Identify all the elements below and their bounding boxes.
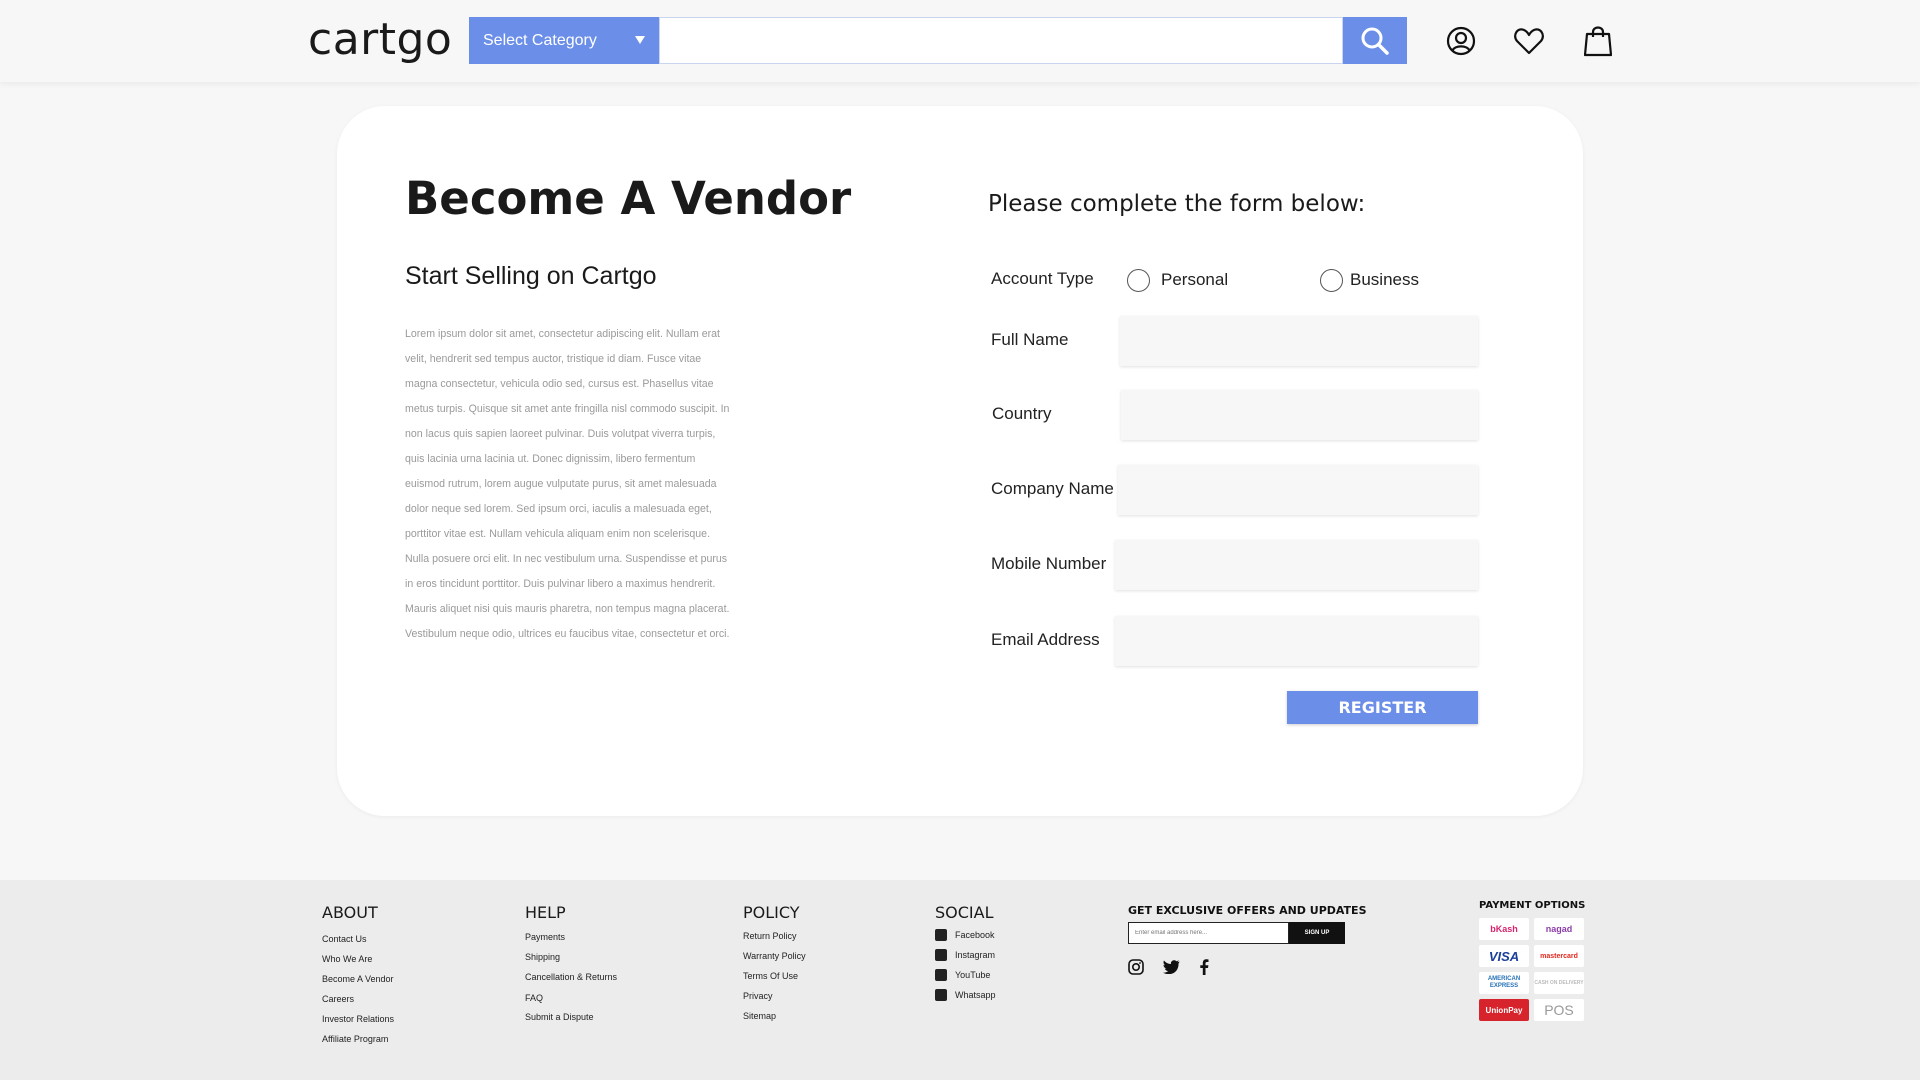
mastercard-logo: mastercard	[1534, 945, 1584, 967]
unionpay-logo: UnionPay	[1479, 999, 1529, 1021]
signup-button[interactable]: SIGN UP	[1289, 922, 1345, 944]
footer-link-careers[interactable]: Careers	[322, 994, 354, 1004]
caret-down-icon	[635, 36, 645, 44]
full-name-label: Full Name	[991, 330, 1069, 349]
site-header: cartgo Select Category	[0, 0, 1920, 82]
country-field[interactable]	[1121, 390, 1478, 440]
footer-social-heading: SOCIAL	[935, 903, 994, 922]
newsletter-email-input[interactable]	[1128, 922, 1289, 944]
shopping-bag-icon[interactable]	[1581, 24, 1615, 58]
youtube-label: YouTube	[955, 970, 991, 980]
radio-personal-label[interactable]: Personal	[1161, 270, 1228, 290]
twitter-icon[interactable]	[1162, 958, 1180, 976]
offers-heading: GET EXCLUSIVE OFFERS AND UPDATES	[1128, 904, 1367, 917]
country-label: Country	[992, 404, 1052, 423]
footer-link-become-vendor[interactable]: Become A Vendor	[322, 974, 394, 984]
search-icon	[1361, 27, 1389, 55]
footer-link-whatsapp[interactable]: Whatsapp	[935, 989, 996, 1001]
footer-link-youtube[interactable]: YouTube	[935, 969, 990, 981]
footer-link-affiliate-program[interactable]: Affiliate Program	[322, 1034, 388, 1044]
footer-link-return-policy[interactable]: Return Policy	[743, 931, 797, 941]
bkash-logo: bKash	[1479, 918, 1529, 940]
footer-link-submit-dispute[interactable]: Submit a Dispute	[525, 1012, 594, 1022]
footer-policy-heading: POLICY	[743, 903, 800, 922]
footer-help-heading: HELP	[525, 903, 566, 922]
amex-logo: AMERICAN EXPRESS	[1479, 972, 1529, 994]
register-button[interactable]: REGISTER	[1287, 691, 1478, 724]
facebook-label: Facebook	[955, 930, 995, 940]
search-input[interactable]	[659, 17, 1343, 64]
footer-link-payments[interactable]: Payments	[525, 932, 565, 942]
footer-link-sitemap[interactable]: Sitemap	[743, 1011, 776, 1021]
whatsapp-icon	[935, 989, 947, 1001]
footer-about-heading: ABOUT	[322, 903, 378, 922]
footer-link-investor-relations[interactable]: Investor Relations	[322, 1014, 394, 1024]
footer-link-faq[interactable]: FAQ	[525, 993, 543, 1003]
search-button[interactable]	[1343, 17, 1407, 64]
account-type-label: Account Type	[991, 269, 1094, 288]
instagram-icon	[935, 949, 947, 961]
visa-logo: VISA	[1479, 945, 1529, 967]
radio-business[interactable]	[1320, 269, 1343, 292]
facebook-icon[interactable]	[1195, 958, 1213, 976]
footer-link-contact-us[interactable]: Contact Us	[322, 934, 367, 944]
category-select-label: Select Category	[483, 32, 597, 49]
wishlist-heart-icon[interactable]	[1512, 24, 1546, 58]
account-icon[interactable]	[1444, 24, 1478, 58]
footer-link-shipping[interactable]: Shipping	[525, 952, 560, 962]
facebook-icon	[935, 929, 947, 941]
mobile-number-field[interactable]	[1115, 540, 1478, 590]
page-subtitle: Start Selling on Cartgo	[405, 262, 657, 290]
payment-options-heading: PAYMENT OPTIONS	[1479, 900, 1586, 911]
youtube-icon	[935, 969, 947, 981]
company-name-field[interactable]	[1118, 465, 1478, 515]
cod-logo: CASH ON DELIVERY	[1534, 972, 1584, 994]
pos-logo: POS	[1534, 999, 1584, 1021]
email-address-label: Email Address	[991, 630, 1100, 649]
radio-business-label[interactable]: Business	[1350, 270, 1419, 290]
instagram-icon[interactable]	[1127, 958, 1145, 976]
radio-personal[interactable]	[1127, 269, 1150, 292]
intro-paragraph: Lorem ipsum dolor sit amet, consectetur …	[405, 328, 730, 640]
form-title: Please complete the form below:	[988, 191, 1366, 217]
footer-link-cancellation-returns[interactable]: Cancellation & Returns	[525, 972, 617, 982]
company-name-label: Company Name	[991, 479, 1114, 498]
full-name-field[interactable]	[1120, 316, 1478, 366]
email-address-field[interactable]	[1115, 616, 1478, 666]
footer-link-who-we-are[interactable]: Who We Are	[322, 954, 372, 964]
footer-link-terms-of-use[interactable]: Terms Of Use	[743, 971, 798, 981]
footer-link-warranty-policy[interactable]: Warranty Policy	[743, 951, 806, 961]
instagram-label: Instagram	[955, 950, 996, 960]
nagad-logo: nagad	[1534, 918, 1584, 940]
footer-link-facebook[interactable]: Facebook	[935, 929, 995, 941]
page-title: Become A Vendor	[405, 172, 852, 225]
footer-link-privacy[interactable]: Privacy	[743, 991, 773, 1001]
category-select[interactable]: Select Category	[469, 17, 659, 64]
whatsapp-label: Whatsapp	[955, 990, 996, 1000]
footer-link-instagram[interactable]: Instagram	[935, 949, 995, 961]
mobile-number-label: Mobile Number	[991, 554, 1107, 573]
site-logo[interactable]: cartgo	[308, 14, 452, 65]
